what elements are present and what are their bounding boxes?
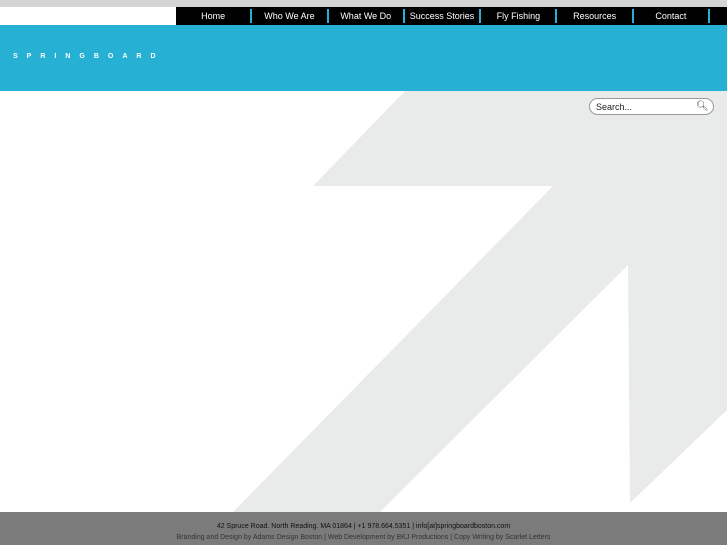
main-nav: Home Who We Are What We Do Success Stori…: [176, 7, 727, 25]
footer: 42 Spruce Road. North Reading. MA 01864 …: [0, 512, 727, 545]
search-icon[interactable]: 🔍︎: [696, 101, 709, 112]
nav-resources[interactable]: Resources: [557, 9, 634, 23]
arrow-shape: [233, 91, 727, 512]
logo[interactable]: SPRINGBOARD: [13, 53, 165, 60]
nav-success-stories[interactable]: Success Stories: [405, 9, 482, 23]
search-input[interactable]: [596, 101, 696, 112]
nav-home[interactable]: Home: [176, 9, 253, 23]
nav-contact[interactable]: Contact: [634, 9, 711, 23]
nav-what-we-do[interactable]: What We Do: [329, 9, 405, 23]
header-banner: SPRINGBOARD: [0, 25, 727, 91]
search-box: 🔍︎: [589, 98, 714, 115]
nav-fly-fishing[interactable]: Fly Fishing: [481, 9, 558, 23]
footer-credits: Branding and Design by Adams Design Bost…: [176, 534, 551, 541]
nav-who-we-are[interactable]: Who We Are: [252, 9, 329, 23]
footer-address: 42 Spruce Road. North Reading. MA 01864 …: [216, 523, 511, 530]
